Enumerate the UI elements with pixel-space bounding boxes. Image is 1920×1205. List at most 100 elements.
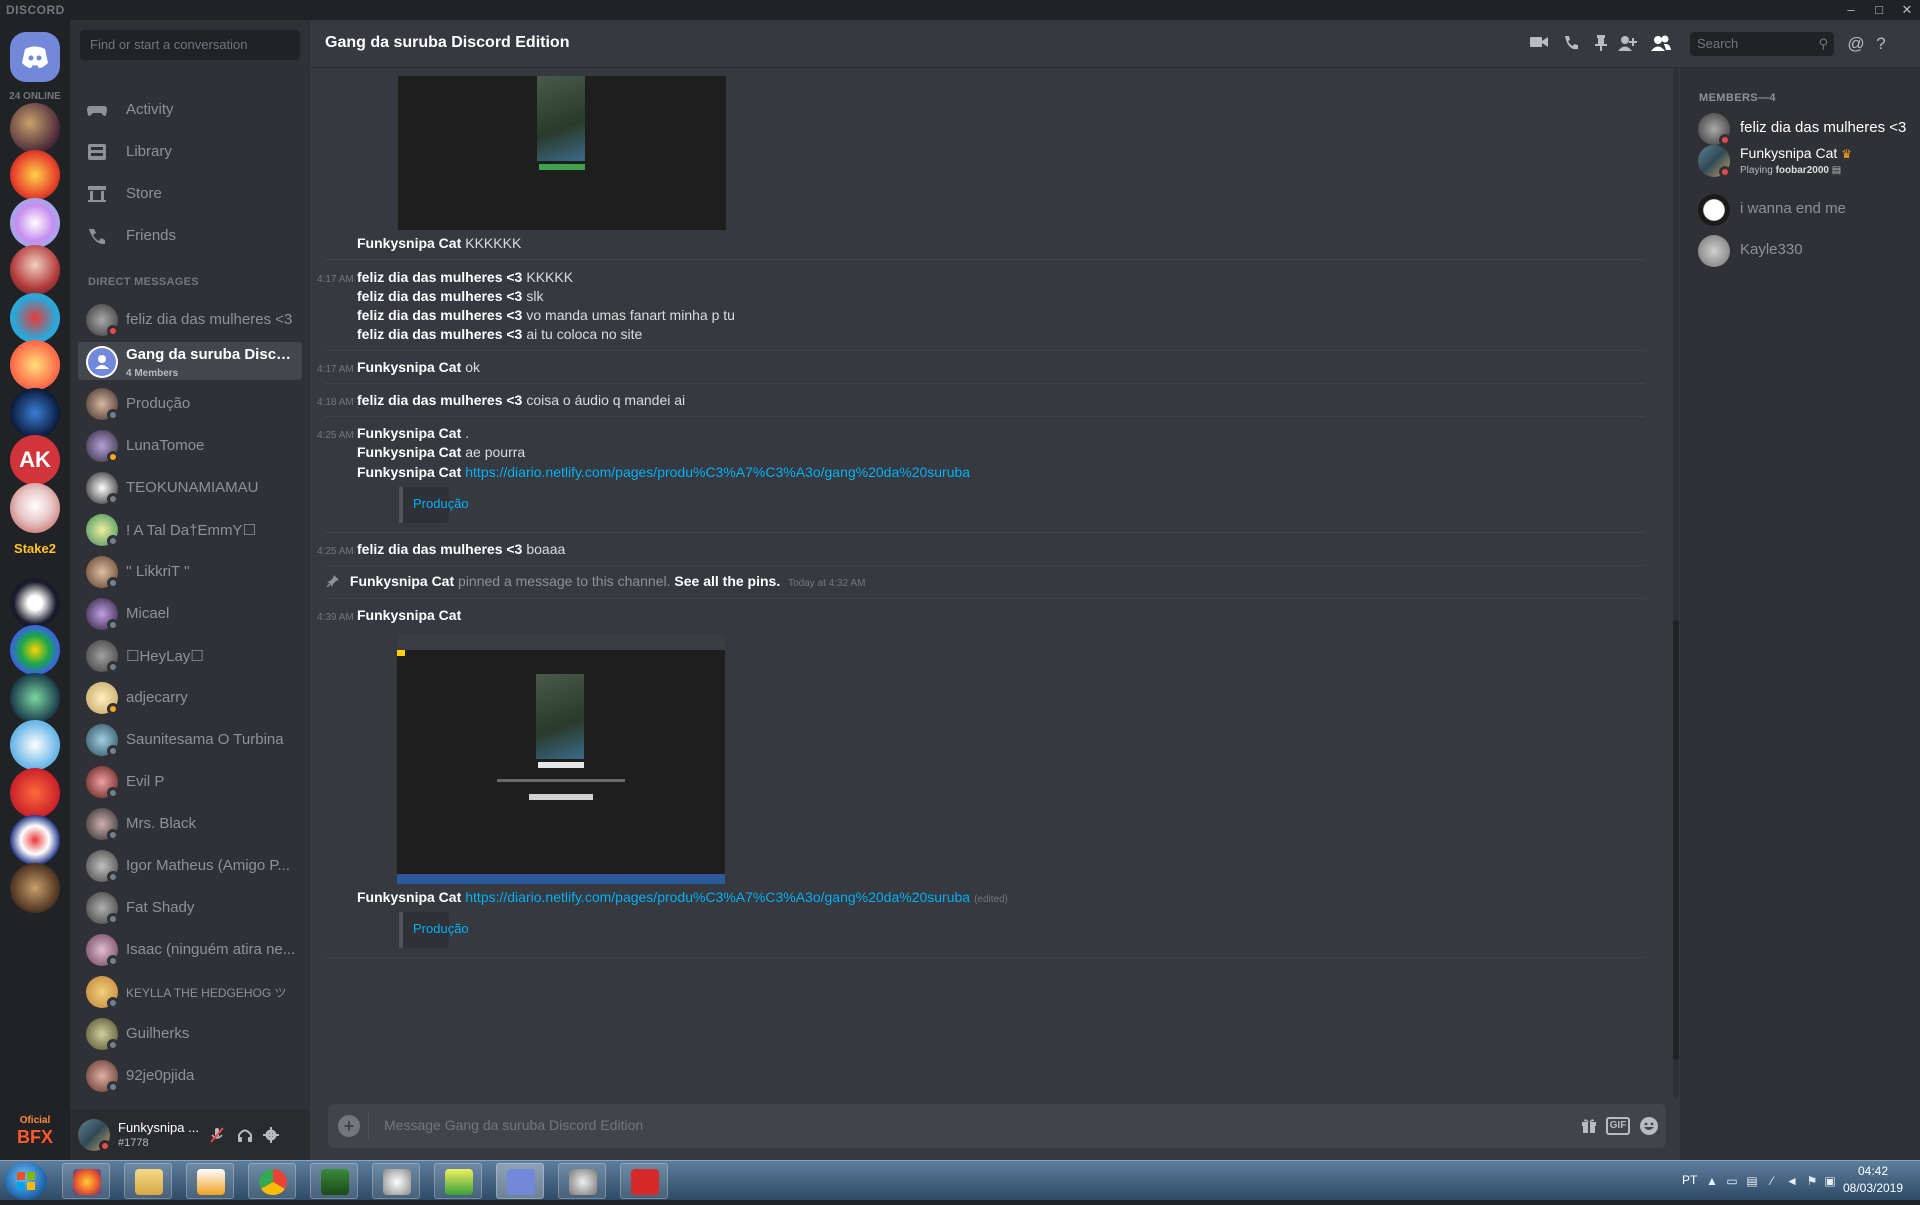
clock-date[interactable]: 08/03/2019 xyxy=(1838,1181,1908,1195)
server-icon[interactable] xyxy=(10,863,60,913)
language-indicator[interactable]: PT xyxy=(1682,1173,1697,1187)
taskbar-explorer[interactable] xyxy=(124,1163,172,1199)
dm-item-active[interactable]: Gang da suruba Discor... 4 Members xyxy=(78,342,302,380)
taskbar-app[interactable] xyxy=(434,1163,482,1199)
maximize-button[interactable]: □ xyxy=(1866,0,1892,20)
server-icon[interactable] xyxy=(10,245,60,295)
message-input[interactable]: Message Gang da suruba Discord Edition xyxy=(384,1117,643,1133)
dm-item[interactable]: 92je0pjida xyxy=(78,1056,302,1096)
dm-item[interactable]: adjecarry xyxy=(78,678,302,718)
dm-item[interactable]: LunaTomoe xyxy=(78,426,302,466)
gif-button[interactable]: GIF xyxy=(1606,1117,1630,1135)
minimize-button[interactable]: – xyxy=(1838,0,1864,20)
voice-call-icon[interactable] xyxy=(1560,34,1582,54)
tray-expand-icon[interactable]: ▲ xyxy=(1704,1173,1720,1189)
member-item[interactable]: Kayle330 xyxy=(1688,232,1912,270)
server-icon[interactable] xyxy=(10,720,60,770)
upload-plus-icon[interactable]: + xyxy=(338,1115,360,1137)
message-author[interactable]: Funkysnipa Cat xyxy=(357,607,461,623)
dm-item[interactable]: Mrs. Black xyxy=(78,804,302,844)
message-author[interactable]: Funkysnipa Cat xyxy=(357,889,461,905)
message-author[interactable]: Funkysnipa Cat xyxy=(357,464,461,480)
server-bfx-bottom[interactable]: BFX xyxy=(6,1127,64,1148)
taskbar-firefox[interactable] xyxy=(62,1163,110,1199)
message-author[interactable]: feliz dia das mulheres <3 xyxy=(357,392,522,408)
close-button[interactable]: ✕ xyxy=(1894,0,1920,20)
message-author[interactable]: Funkysnipa Cat xyxy=(357,444,461,460)
message-author[interactable]: feliz dia das mulheres <3 xyxy=(357,326,522,342)
dm-item[interactable]: feliz dia das mulheres <3 xyxy=(78,300,302,340)
server-icon[interactable] xyxy=(10,768,60,818)
dm-item[interactable]: Isaac (ninguém atira ne... xyxy=(78,930,302,970)
server-icon[interactable] xyxy=(10,625,60,675)
dm-item[interactable]: ! A Tal Da†EmmY☐ xyxy=(78,510,302,550)
taskbar-app[interactable] xyxy=(310,1163,358,1199)
clock-time[interactable]: 04:42 xyxy=(1838,1164,1908,1178)
nav-library[interactable]: Library xyxy=(78,132,300,172)
home-button[interactable] xyxy=(10,32,60,82)
server-icon[interactable] xyxy=(10,483,60,533)
scrollbar-thumb[interactable] xyxy=(1673,620,1679,1060)
pin-author[interactable]: Funkysnipa Cat xyxy=(350,573,454,589)
nav-activity[interactable]: Activity xyxy=(78,90,300,130)
server-icon[interactable]: AK xyxy=(10,435,60,485)
settings-gear-icon[interactable] xyxy=(262,1126,280,1144)
server-stake-label[interactable]: Stake2 xyxy=(6,541,64,556)
server-icon[interactable] xyxy=(10,578,60,628)
message-link[interactable]: https://diario.netlify.com/pages/produ%C… xyxy=(465,889,970,905)
embed-title[interactable]: Produção xyxy=(413,921,469,936)
emoji-icon[interactable] xyxy=(1638,1116,1660,1136)
dm-item[interactable]: Igor Matheus (Amigo P... xyxy=(78,846,302,886)
image-attachment[interactable] xyxy=(397,634,725,884)
message-author[interactable]: feliz dia das mulheres <3 xyxy=(357,541,522,557)
dm-item[interactable]: Saunitesama O Turbina xyxy=(78,720,302,760)
dm-item[interactable]: TEOKUNAMIAMAU xyxy=(78,468,302,508)
link-embed[interactable]: Produção xyxy=(399,912,469,948)
headphones-icon[interactable] xyxy=(236,1126,254,1144)
dm-item[interactable]: Produção xyxy=(78,384,302,424)
server-icon[interactable] xyxy=(10,150,60,200)
start-button[interactable] xyxy=(5,1162,47,1200)
server-icon[interactable] xyxy=(10,673,60,723)
member-list-icon[interactable] xyxy=(1650,34,1672,54)
taskbar-discord[interactable] xyxy=(496,1163,544,1199)
volume-icon[interactable]: ◄ xyxy=(1784,1173,1800,1189)
dm-item[interactable]: Guilherks xyxy=(78,1014,302,1054)
server-icon[interactable] xyxy=(10,293,60,343)
taskbar-app[interactable] xyxy=(372,1163,420,1199)
see-all-pins-link[interactable]: See all the pins. xyxy=(674,573,780,589)
member-item[interactable]: i wanna end me xyxy=(1688,191,1912,229)
message-author[interactable]: Funkysnipa Cat xyxy=(357,359,461,375)
mentions-icon[interactable]: @ xyxy=(1845,34,1867,54)
video-call-icon[interactable] xyxy=(1528,34,1550,54)
message-composer[interactable]: + Message Gang da suruba Discord Edition… xyxy=(328,1104,1666,1148)
taskbar-media[interactable] xyxy=(186,1163,234,1199)
search-input[interactable]: Search ⚲ xyxy=(1690,32,1834,56)
message-link[interactable]: https://diario.netlify.com/pages/produ%C… xyxy=(465,464,970,480)
taskbar-app[interactable] xyxy=(558,1163,606,1199)
dm-item[interactable]: ☐HeyLay☐ xyxy=(78,636,302,676)
dm-item[interactable]: Evil P xyxy=(78,762,302,802)
add-friend-icon[interactable] xyxy=(1616,34,1638,54)
link-embed[interactable]: Produção xyxy=(399,487,469,523)
tray-app-icon[interactable]: ▤ xyxy=(1744,1173,1760,1189)
network-icon[interactable]: ▣ xyxy=(1822,1173,1838,1189)
nav-store[interactable]: Store xyxy=(78,174,300,214)
server-bfx-top[interactable]: Oficial xyxy=(6,1115,64,1126)
gift-icon[interactable] xyxy=(1578,1116,1600,1136)
member-item[interactable]: Funkysnipa Cat ♛ Playing foobar2000 ▤ xyxy=(1688,142,1912,180)
server-icon[interactable] xyxy=(10,340,60,390)
pinned-messages-icon[interactable] xyxy=(1590,34,1612,54)
dm-item[interactable]: Micael xyxy=(78,594,302,634)
message-author[interactable]: feliz dia das mulheres <3 xyxy=(357,288,522,304)
server-icon[interactable] xyxy=(10,815,60,865)
message-author[interactable]: Funkysnipa Cat xyxy=(357,235,461,251)
server-icon[interactable] xyxy=(10,198,60,248)
image-attachment[interactable] xyxy=(398,76,726,230)
nav-friends[interactable]: Friends xyxy=(78,216,300,256)
tray-app-icon[interactable]: ⁄ xyxy=(1764,1173,1780,1189)
mute-microphone-icon[interactable] xyxy=(208,1126,226,1144)
server-icon[interactable] xyxy=(10,388,60,438)
find-conversation-input[interactable]: Find or start a conversation xyxy=(80,30,300,60)
dm-item[interactable]: Fat Shady xyxy=(78,888,302,928)
